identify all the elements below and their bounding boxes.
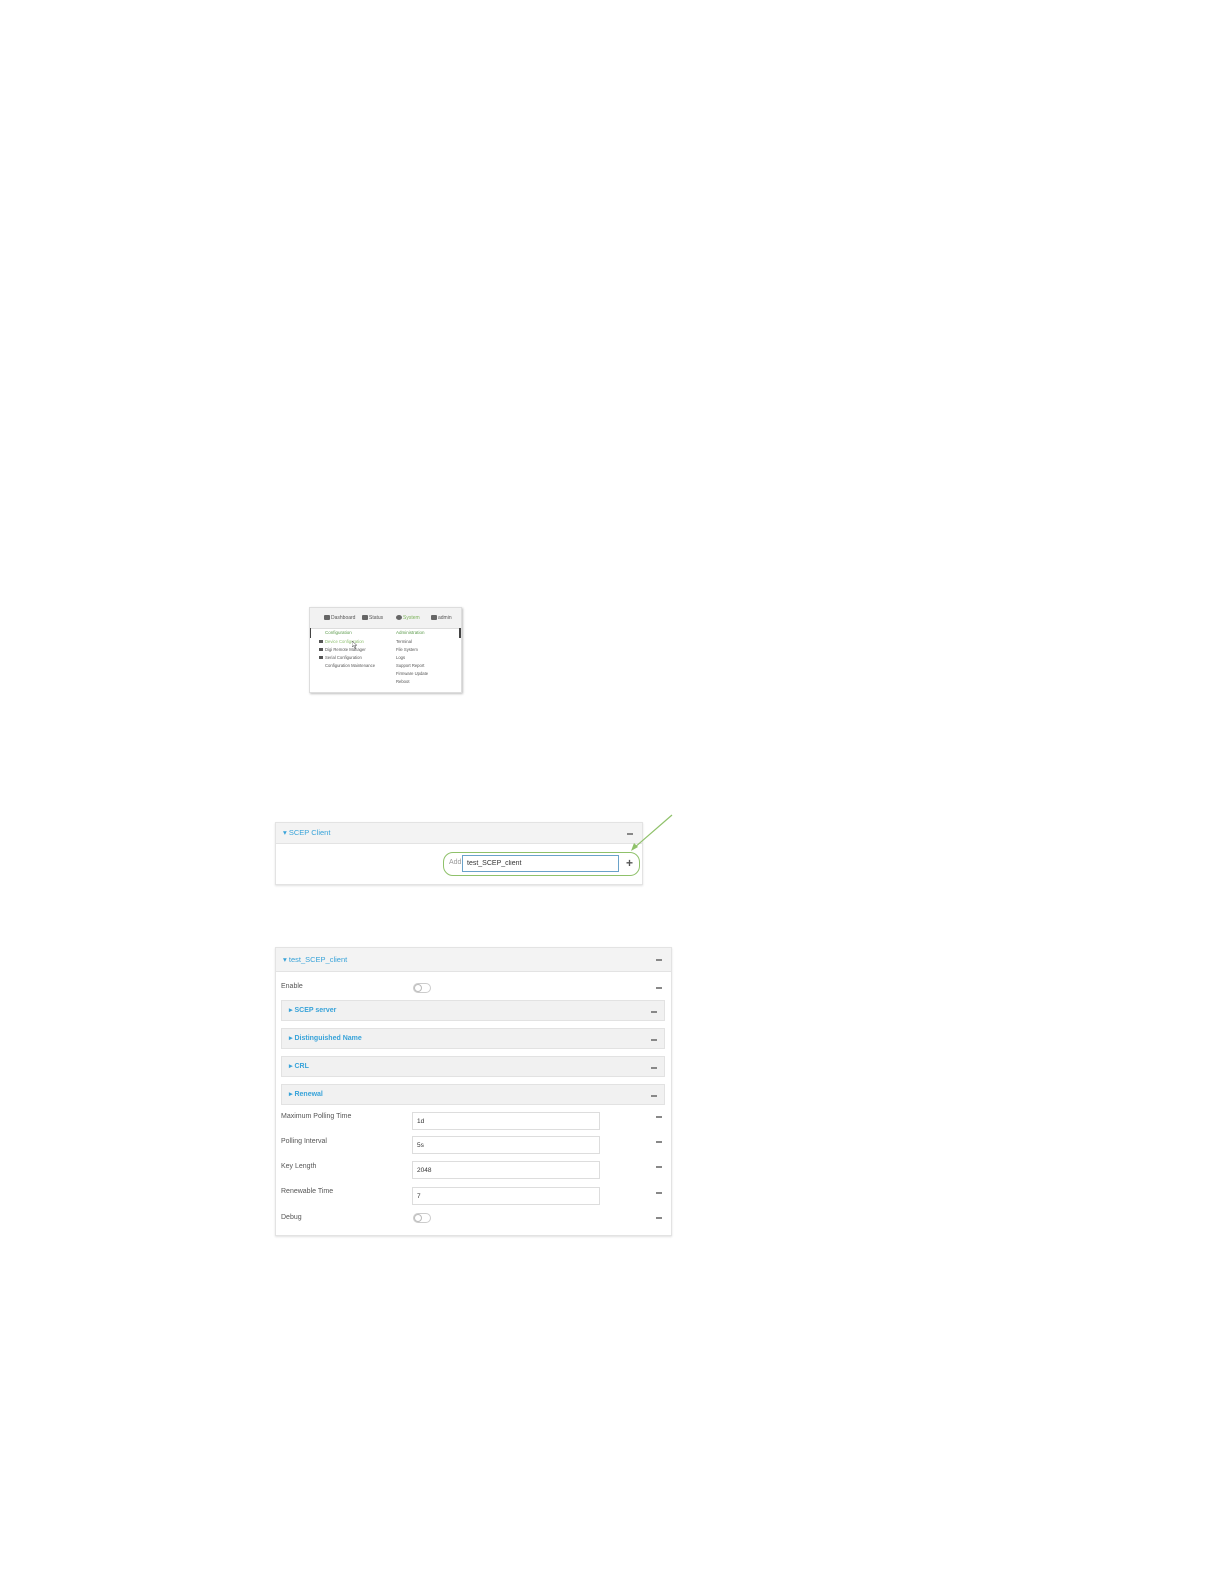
menu-item-terminal[interactable]: Terminal [396,639,412,644]
debug-remove-icon[interactable] [656,1217,662,1219]
section-distinguished-name[interactable]: ▸ Distinguished Name [281,1028,665,1049]
scep-client-instance-panel: ▾ test_SCEP_client Enable ▸ SCEP server … [275,947,672,1236]
debug-label: Debug [281,1214,302,1221]
menu-item-reboot[interactable]: Reboot [396,679,410,684]
system-menu-screenshot: Dashboard Status System admin Configurat… [309,607,462,693]
field-remove-icon[interactable] [656,1166,662,1168]
client-title: ▾ test_SCEP_client [283,955,348,964]
field-remove-icon[interactable] [656,1192,662,1194]
nav-admin[interactable]: admin [431,614,452,622]
add-plus-button[interactable]: + [623,856,636,871]
menu-item-file-system[interactable]: File System [396,647,418,652]
nav-dashboard[interactable]: Dashboard [324,614,355,622]
enable-remove-icon[interactable] [656,987,662,989]
mouse-pointer-icon [352,641,358,649]
configuration-heading: Configuration [325,630,352,635]
scep-client-header[interactable]: ▾ SCEP Client [276,823,642,844]
key-length-input[interactable] [412,1161,600,1179]
administration-heading: Administration [396,630,425,635]
menu-item-remote-manager[interactable]: Digi Remote Manager [319,647,366,652]
user-icon [431,615,437,621]
menu-left-edge [310,628,311,638]
menu-item-configuration-maintenance[interactable]: Configuration Maintenance [325,663,375,668]
add-name-input[interactable] [462,855,619,872]
menu-right-edge [459,628,461,638]
menu-item-serial-configuration[interactable]: Serial Configuration [319,655,362,660]
field-remove-icon[interactable] [656,1116,662,1118]
renewable-time-label: Renewable Time [281,1188,334,1195]
section-remove-icon[interactable] [651,1095,657,1097]
section-remove-icon[interactable] [651,1039,657,1041]
wrench-icon [319,640,323,644]
section-crl[interactable]: ▸ CRL [281,1056,665,1077]
cloud-icon [319,648,323,652]
menu-item-logs[interactable]: Logs [396,655,405,660]
renewable-time-input[interactable] [412,1187,600,1205]
scep-client-title: ▾ SCEP Client [283,828,331,837]
enable-toggle[interactable] [413,983,431,993]
enable-label: Enable [281,983,303,990]
polling-interval-label: Polling Interval [281,1138,327,1145]
menu-item-support-report[interactable]: Support Report [396,663,424,668]
gear-icon [396,615,402,621]
nav-system[interactable]: System [396,614,420,622]
section-remove-icon[interactable] [651,1067,657,1069]
client-header[interactable]: ▾ test_SCEP_client [276,948,671,972]
polling-interval-input[interactable] [412,1136,600,1154]
callout-arrow-icon [631,814,673,851]
field-remove-icon[interactable] [656,1141,662,1143]
home-icon [324,615,330,621]
add-highlight: Add + [443,852,640,876]
scep-client-add-panel: ▾ SCEP Client Add + [275,822,643,885]
grid-icon [362,615,368,621]
max-polling-time-label: Maximum Polling Time [281,1113,352,1120]
client-remove-icon[interactable] [656,959,662,961]
debug-toggle[interactable] [413,1213,431,1223]
section-renewal[interactable]: ▸ Renewal [281,1084,665,1105]
section-scep-server[interactable]: ▸ SCEP server [281,1000,665,1021]
menu-item-firmware-update[interactable]: Firmware Update [396,671,428,676]
max-polling-time-input[interactable] [412,1112,600,1130]
add-label: Add [449,859,462,866]
nav-status[interactable]: Status [362,614,383,622]
top-nav-bar: Dashboard Status System admin [310,608,461,629]
serial-icon [319,656,323,660]
key-length-label: Key Length [281,1163,317,1170]
section-remove-icon[interactable] [651,1011,657,1013]
